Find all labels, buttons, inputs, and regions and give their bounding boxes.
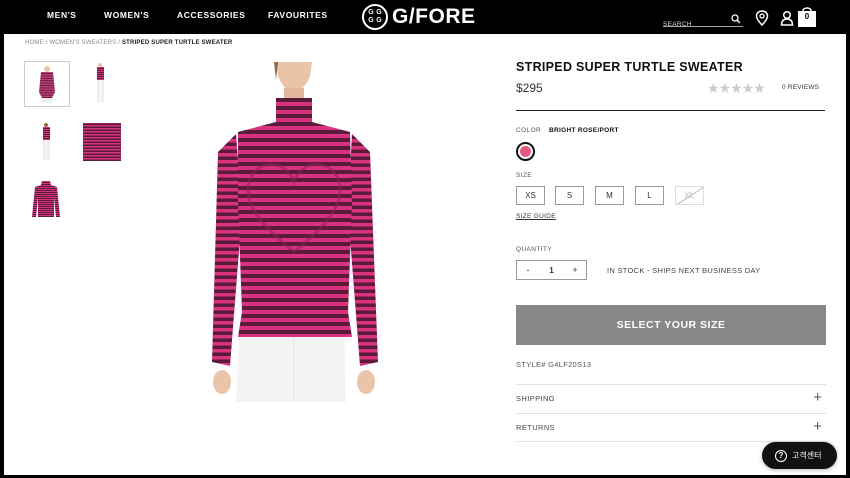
nav-womens[interactable]: WOMEN'S [104, 10, 149, 20]
size-option-xs[interactable]: XS [516, 186, 545, 205]
size-label: SIZE [516, 172, 533, 179]
reviews-link[interactable]: 0 REVIEWS [782, 84, 819, 91]
top-navigation: MEN'S WOMEN'S ACCESSORIES FAVOURITES GG … [0, 0, 850, 34]
location-pin-icon[interactable] [755, 10, 769, 26]
breadcrumb-home[interactable]: HOME [25, 40, 44, 46]
customer-service-chat-button[interactable]: ? 고객센터 [762, 442, 837, 469]
size-option-s[interactable]: S [555, 186, 584, 205]
quantity-stepper: - 1 + [516, 260, 587, 280]
thumbnail-flat-lay[interactable] [24, 177, 70, 223]
thumbnail-image [39, 66, 55, 103]
accordion-shipping[interactable]: SHIPPING + [516, 384, 826, 413]
product-title: STRIPED SUPER TURTLE SWEATER [516, 60, 743, 74]
search-bar [663, 13, 743, 31]
thumbnail-image [97, 63, 104, 102]
shopping-bag[interactable]: 0 [796, 5, 818, 28]
color-swatch-bright-rose[interactable] [516, 142, 535, 161]
thumbnail-fabric-detail[interactable] [80, 119, 126, 165]
stock-status: IN STOCK - SHIPS NEXT BUSINESS DAY [607, 266, 761, 275]
thumbnail-full-front[interactable] [80, 61, 126, 107]
size-guide-link[interactable]: SIZE GUIDE [516, 213, 556, 220]
thumbnail-front[interactable] [24, 61, 70, 107]
quantity-increase-button[interactable]: + [570, 265, 580, 275]
size-option-xl-unavailable[interactable]: XL [675, 186, 704, 205]
nav-favourites[interactable]: FAVOURITES [268, 10, 328, 20]
search-input[interactable] [663, 18, 729, 31]
color-label: COLOR [516, 127, 542, 134]
quantity-label: QUANTITY [516, 246, 553, 253]
rating-stars[interactable]: ★ ★ ★ ★ ★ [707, 80, 766, 96]
search-icon[interactable] [731, 14, 741, 24]
accordion-returns[interactable]: RETURNS + [516, 413, 826, 442]
accordion-label: SHIPPING [516, 394, 556, 403]
breadcrumb: HOME / WOMEN'S SWEATERS / STRIPED SUPER … [25, 40, 233, 46]
accordion-label: RETURNS [516, 423, 556, 432]
nav-accessories[interactable]: ACCESSORIES [177, 10, 245, 20]
help-question-icon: ? [775, 449, 787, 462]
quantity-decrease-button[interactable]: - [523, 265, 533, 275]
nav-mens[interactable]: MEN'S [47, 10, 77, 20]
thumbnail-image [83, 123, 121, 161]
plus-icon: + [813, 389, 822, 406]
user-icon[interactable] [780, 10, 794, 26]
logo-text: G/FORE [392, 5, 476, 28]
thumbnail-image [32, 181, 60, 217]
gfore-logo[interactable]: GG GG G/FORE [362, 4, 476, 30]
chat-label: 고객센터 [792, 451, 822, 460]
style-number: STYLE# G4LF20S13 [516, 360, 592, 369]
divider [516, 110, 825, 111]
bag-count: 0 [804, 12, 810, 21]
product-page: HOME / WOMEN'S SWEATERS / STRIPED SUPER … [4, 34, 846, 475]
logo-mark-icon: GG GG [362, 4, 388, 30]
thumbnail-full-back[interactable] [24, 119, 70, 165]
quantity-value[interactable]: 1 [549, 266, 553, 275]
size-option-m[interactable]: M [595, 186, 624, 205]
product-price: $295 [516, 81, 543, 95]
thumbnail-image [43, 123, 50, 160]
color-value: BRIGHT ROSE/PORT [549, 127, 619, 134]
size-option-l[interactable]: L [635, 186, 664, 205]
plus-icon: + [813, 418, 822, 435]
star-icon: ★ [753, 80, 766, 96]
breadcrumb-current: STRIPED SUPER TURTLE SWEATER [121, 40, 233, 46]
breadcrumb-category[interactable]: WOMEN'S SWEATERS [49, 40, 116, 46]
product-hero-image[interactable] [184, 62, 404, 402]
select-size-button[interactable]: SELECT YOUR SIZE [516, 305, 826, 345]
